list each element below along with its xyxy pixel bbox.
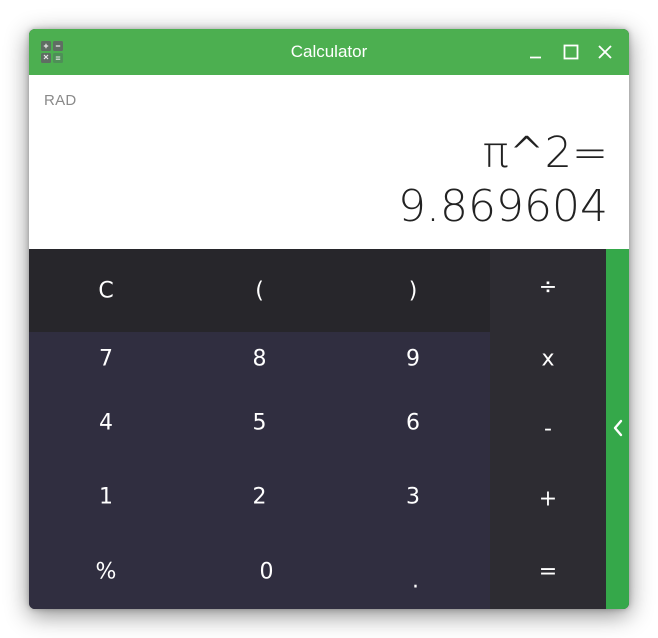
key-label: 9: [406, 346, 420, 372]
key-label: ): [408, 278, 418, 303]
open-paren-button[interactable]: (: [183, 249, 336, 332]
key-label: =: [538, 559, 558, 584]
digit-3-button[interactable]: 3: [336, 460, 490, 534]
equals-button[interactable]: =: [490, 534, 606, 609]
key-label: %: [95, 559, 117, 584]
key-label: 7: [99, 346, 113, 372]
digit-6-button[interactable]: 6: [336, 386, 490, 460]
close-paren-button[interactable]: ): [336, 249, 490, 332]
digit-9-button[interactable]: 9: [336, 332, 490, 386]
digit-0-button[interactable]: 0: [195, 534, 338, 609]
key-label: (: [255, 278, 264, 303]
add-button[interactable]: +: [490, 464, 606, 534]
digit-7-button[interactable]: 7: [29, 332, 183, 386]
digit-5-button[interactable]: 5: [183, 386, 336, 460]
key-label: ÷: [538, 274, 558, 299]
angle-mode-label[interactable]: RAD: [44, 92, 77, 109]
key-label: -: [544, 416, 552, 442]
key-label: 0: [259, 559, 274, 584]
digit-2-button[interactable]: 2: [183, 460, 336, 534]
divide-button[interactable]: ÷: [490, 249, 606, 324]
multiply-button[interactable]: x: [490, 324, 606, 394]
key-label: 5: [252, 410, 267, 436]
advanced-panel-toggle[interactable]: [606, 249, 629, 609]
digit-4-button[interactable]: 4: [29, 386, 183, 460]
key-label: C: [98, 278, 114, 303]
maximize-button[interactable]: [559, 40, 583, 64]
subtract-button[interactable]: -: [490, 394, 606, 464]
digit-1-button[interactable]: 1: [29, 460, 183, 534]
expression-text: π^2=: [482, 128, 608, 178]
title-bar[interactable]: Calculator: [29, 29, 629, 75]
result-text: 9.869604: [398, 181, 608, 232]
key-label: 1: [99, 484, 113, 510]
keypad: C ( ) 7 8 9 4 5 6 1 2 3 % 0 . ÷ x - + =: [29, 249, 629, 609]
calculator-window: Calculator RAD π^2= 9.869604 C () 7 8 9…: [29, 29, 629, 609]
chevron-left-icon: [613, 419, 623, 437]
display-panel: RAD π^2= 9.869604: [29, 75, 629, 249]
close-icon: [598, 45, 612, 59]
close-button[interactable]: [593, 40, 617, 64]
clear-button[interactable]: C: [29, 249, 183, 332]
key-label: 4: [99, 410, 113, 436]
key-label: 3: [406, 484, 420, 510]
key-label: +: [538, 486, 558, 512]
key-label: 2: [252, 484, 267, 510]
key-label: x: [541, 346, 555, 372]
minimize-button[interactable]: [524, 40, 548, 64]
decimal-point-button[interactable]: .: [341, 534, 490, 609]
maximize-icon: [563, 44, 579, 60]
key-label: 8: [252, 346, 267, 372]
minimize-icon: [530, 56, 541, 59]
key-label: 6: [406, 410, 420, 436]
percent-button[interactable]: %: [29, 534, 183, 609]
digit-8-button[interactable]: 8: [183, 332, 336, 386]
key-label: .: [412, 568, 419, 593]
